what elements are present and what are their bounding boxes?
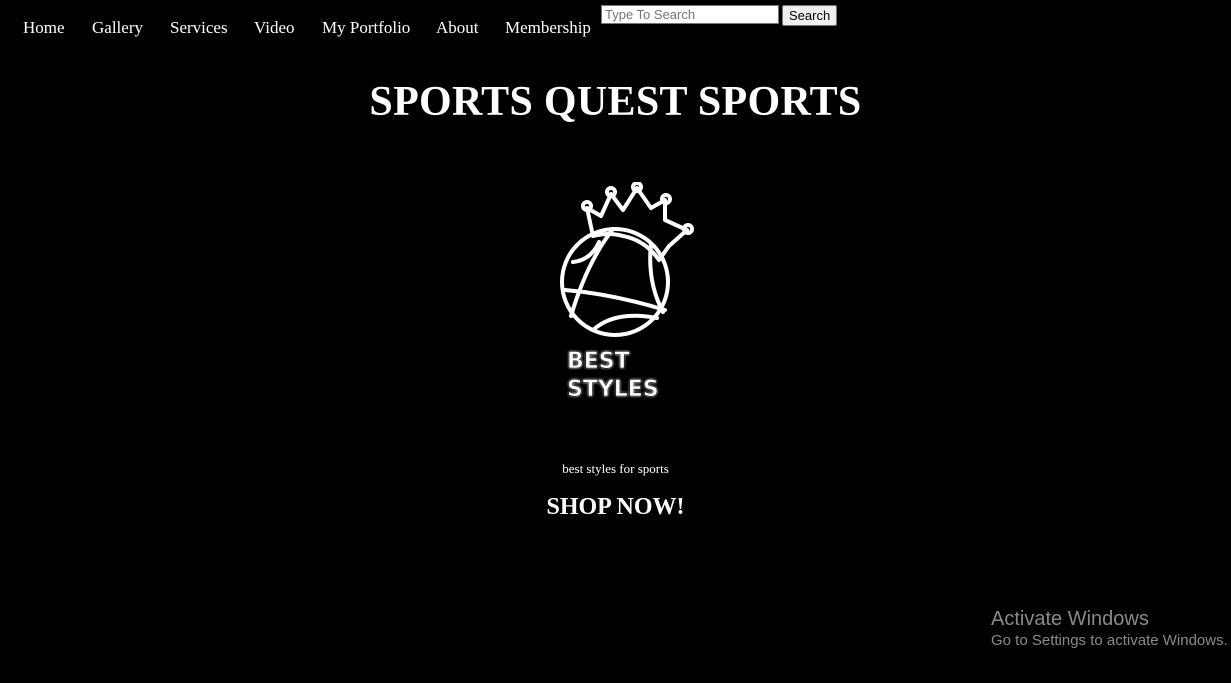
nav-item-video[interactable]: Video bbox=[254, 18, 295, 38]
nav-item-my-portfolio[interactable]: My Portfolio bbox=[322, 18, 410, 38]
crown-icon bbox=[585, 186, 689, 262]
nav-item-gallery[interactable]: Gallery bbox=[92, 18, 143, 38]
basketball-crown-logo: BEST STYLES bbox=[560, 182, 694, 402]
nav-item-home[interactable]: Home bbox=[23, 18, 65, 38]
logo-text-best: BEST bbox=[567, 349, 630, 374]
page: Home Gallery Services Video My Portfolio… bbox=[0, 0, 1231, 683]
tagline: best styles for sports bbox=[562, 461, 669, 476]
nav-item-membership[interactable]: Membership bbox=[505, 18, 591, 38]
watermark-subtitle: Go to Settings to activate Windows. bbox=[991, 632, 1228, 649]
shop-now-link[interactable]: SHOP NOW! bbox=[0, 494, 1231, 521]
logo-text-styles: STYLES bbox=[567, 377, 659, 402]
search-button[interactable]: Search bbox=[782, 5, 838, 26]
nav-item-about[interactable]: About bbox=[436, 18, 479, 38]
page-title: SPORTS QUEST SPORTS bbox=[369, 79, 862, 125]
watermark-title: Activate Windows bbox=[991, 608, 1149, 630]
nav-item-services[interactable]: Services bbox=[170, 18, 228, 38]
activate-windows-watermark: Activate Windows Go to Settings to activ… bbox=[991, 607, 1228, 651]
search-input[interactable] bbox=[601, 5, 779, 24]
